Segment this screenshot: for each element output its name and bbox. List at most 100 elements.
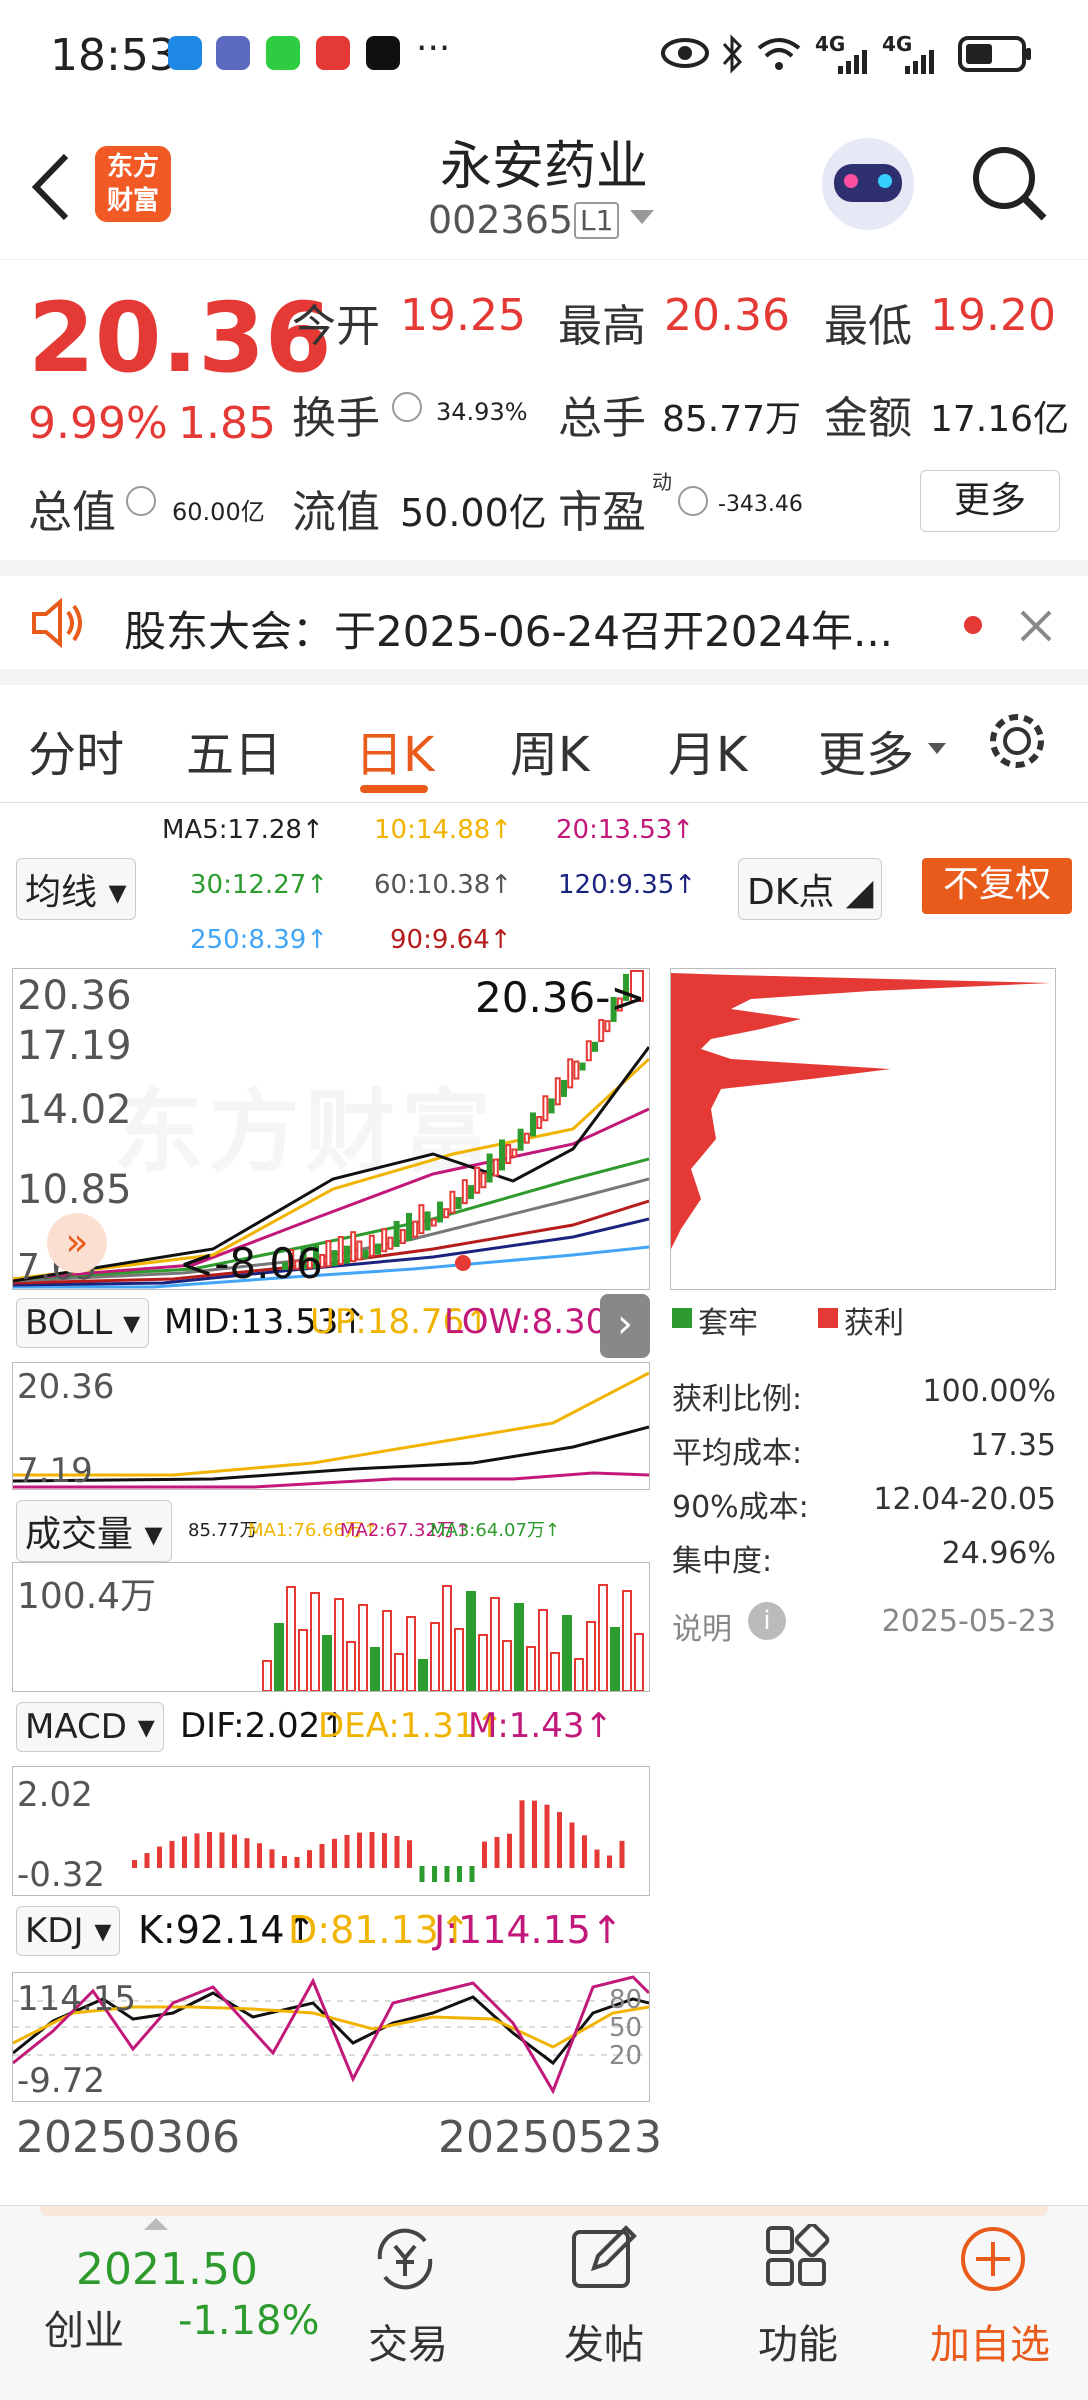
hidden-icon[interactable]	[392, 392, 422, 422]
tab-weekly-k[interactable]: 周K	[510, 715, 589, 785]
tab-five-day[interactable]: 五日	[186, 715, 282, 785]
apps-grid-icon	[766, 2224, 830, 2286]
robot-assistant-icon[interactable]	[822, 138, 914, 230]
ma-select[interactable]: 均线 ▾	[16, 858, 136, 920]
boll-chart[interactable]: 20.36 7.19	[12, 1362, 650, 1491]
change-amount: 1.85	[178, 398, 276, 449]
more-quote-button[interactable]: 更多	[920, 470, 1060, 532]
wechat-icon	[266, 36, 300, 70]
kdj-ref-80: 80	[609, 1985, 643, 2015]
open-label: 今开	[292, 301, 380, 352]
kdj-select[interactable]: KDJ ▾	[16, 1906, 121, 1956]
volume-select[interactable]: 成交量 ▾	[16, 1500, 172, 1562]
ma120-value: 120:9.35↑	[558, 870, 697, 900]
amount-value: 17.16亿	[930, 399, 1070, 440]
candle	[368, 1234, 375, 1257]
tab-daily-k[interactable]: 日K	[355, 715, 434, 785]
tab-intraday[interactable]: 分时	[28, 715, 124, 785]
macd-bar	[257, 1843, 262, 1869]
dropdown-icon[interactable]	[630, 210, 654, 226]
expand-left-icon[interactable]: »	[47, 1213, 107, 1273]
wifi-icon	[757, 38, 801, 70]
kdj-ref-50: 50	[609, 2013, 643, 2043]
macd-bar	[244, 1838, 250, 1868]
volume-bar	[586, 1621, 596, 1691]
macd-bar	[469, 1866, 475, 1882]
trapped-legend-swatch	[672, 1308, 692, 1328]
candle	[437, 1201, 443, 1223]
candle	[418, 1204, 425, 1235]
search-icon[interactable]	[970, 144, 1050, 224]
trade-label: 交易	[368, 2322, 448, 2368]
candle	[375, 1243, 381, 1255]
status-bar: 18:53 ··· 4G 4G	[0, 0, 1088, 110]
macd-chart[interactable]: 2.02 -0.32	[12, 1766, 650, 1896]
y-tick: 2.02	[17, 1775, 93, 1815]
mcap-label: 总值	[28, 487, 116, 538]
candle	[511, 1148, 518, 1158]
macd-select[interactable]: MACD ▾	[16, 1702, 164, 1752]
macd-m: M:1.43↑	[468, 1706, 613, 1746]
stock-code[interactable]: 002365	[428, 198, 573, 242]
add-watchlist-nav-item[interactable]: 加自选	[930, 2224, 1060, 2374]
ma60-value: 60:10.38↑	[374, 870, 513, 900]
y-tick: 7.19	[17, 1451, 93, 1491]
macd-bar	[382, 1833, 387, 1869]
index-change[interactable]: -1.18%	[178, 2298, 320, 2344]
boll-select[interactable]: BOLL ▾	[16, 1298, 150, 1348]
trade-nav-item[interactable]: 交易	[362, 2224, 448, 2374]
post-nav-item[interactable]: 发帖	[560, 2224, 646, 2374]
hidden-icon[interactable]	[678, 486, 708, 516]
kdj-chart[interactable]: 114.15 -9.72 80 50 20	[12, 1972, 650, 2102]
volume-bar	[442, 1585, 452, 1691]
up-arrow-icon[interactable]	[144, 2218, 168, 2230]
unread-dot	[964, 616, 982, 634]
volume-chart[interactable]: 100.4万	[12, 1562, 650, 1692]
volume-bar	[598, 1584, 608, 1691]
notice-bar[interactable]: 股东大会：于2025-06-24召开2024年...	[0, 560, 1088, 685]
hidden-icon[interactable]	[126, 486, 156, 516]
candle	[536, 1115, 543, 1129]
kline-chart[interactable]: 东方财富 20.36 17.19 14.02 10.85 7.69 20.36-…	[12, 968, 650, 1290]
turnover-label: 换手	[292, 393, 380, 444]
y-tick: -0.32	[17, 1855, 105, 1895]
macd-bar	[182, 1836, 187, 1868]
macd-bar	[307, 1850, 312, 1868]
open-value: 19.25	[400, 290, 526, 341]
macd-plot	[132, 1800, 625, 1882]
close-icon[interactable]	[1018, 608, 1054, 644]
settings-gear-icon[interactable]	[985, 709, 1049, 773]
pe-label: 市盈	[558, 487, 646, 538]
index-value[interactable]: 2021.50	[76, 2244, 258, 2295]
dk-point-select[interactable]: DK点 ◢	[738, 858, 883, 920]
expand-right-icon[interactable]: ›	[600, 1294, 650, 1358]
candle	[499, 1139, 505, 1171]
candle	[548, 1098, 555, 1114]
low-price-marker: <-8.06	[179, 1239, 323, 1288]
index-name[interactable]: 创业	[44, 2298, 124, 2356]
macd-bar	[157, 1846, 162, 1869]
bluetooth-icon	[722, 34, 743, 74]
candle	[505, 1144, 512, 1165]
ma10-value: 10:14.88↑	[374, 815, 513, 845]
volume-ma3: MA3:64.07万↑	[430, 1520, 560, 1541]
macd-bar	[407, 1840, 412, 1869]
macd-bar	[582, 1835, 587, 1868]
tab-more[interactable]: 更多	[818, 715, 914, 785]
candle	[492, 1158, 499, 1177]
volume-bar	[562, 1615, 572, 1691]
pe-value: -343.46	[718, 492, 803, 517]
profit-legend: 获利	[844, 1306, 904, 1341]
drawer-edge	[40, 2206, 1048, 2216]
candle	[530, 1112, 536, 1137]
volume-value: 85.77万	[662, 399, 802, 440]
candle	[474, 1166, 481, 1194]
candle	[604, 1020, 611, 1033]
candle	[468, 1185, 474, 1200]
y-tick: 10.85	[17, 1167, 132, 1213]
candle	[585, 1040, 592, 1062]
function-nav-item[interactable]: 功能	[754, 2224, 840, 2374]
tab-monthly-k[interactable]: 月K	[668, 715, 747, 785]
no-adjust-button[interactable]: 不复权	[922, 858, 1072, 914]
notice-text: 股东大会：于2025-06-24召开2024年...	[124, 607, 894, 656]
